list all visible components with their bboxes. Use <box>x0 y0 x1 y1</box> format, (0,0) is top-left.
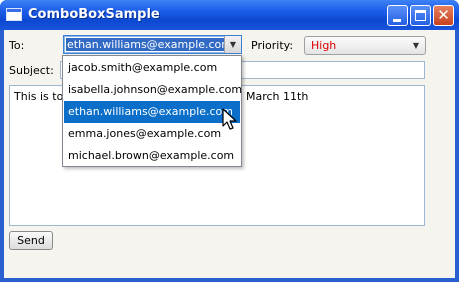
title-bar[interactable]: ComboBoxSample ✕ <box>0 0 459 30</box>
close-icon: ✕ <box>437 6 450 24</box>
maximize-icon <box>415 10 426 21</box>
minimize-button[interactable] <box>387 5 408 26</box>
dropdown-item[interactable]: isabella.johnson@example.com <box>64 79 242 101</box>
send-button[interactable]: Send <box>9 231 53 250</box>
app-window-icon <box>6 8 22 21</box>
window-title: ComboBoxSample <box>28 7 160 22</box>
dropdown-item[interactable]: jacob.smith@example.com <box>64 57 240 79</box>
priority-combobox[interactable]: High ▼ <box>304 36 426 55</box>
maximize-button[interactable] <box>410 5 431 26</box>
dropdown-item[interactable]: michael.brown@example.com <box>64 145 240 167</box>
chevron-down-icon: ▼ <box>229 40 237 49</box>
dropdown-item-highlighted[interactable]: ethan.williams@example.com <box>64 101 240 123</box>
to-combobox-value[interactable]: ethan.williams@example.com <box>66 38 234 51</box>
dropdown-item[interactable]: emma.jones@example.com <box>64 123 240 145</box>
priority-value: High <box>311 39 337 52</box>
priority-label: Priority: <box>251 39 294 52</box>
message-body-text-end: March 11th <box>246 90 309 103</box>
subject-label: Subject: <box>9 64 54 77</box>
chevron-down-icon: ▼ <box>412 41 420 50</box>
to-label: To: <box>9 39 25 52</box>
to-dropdown-list[interactable]: jacob.smith@example.com isabella.johnson… <box>62 55 242 167</box>
to-combobox-dropdown-button[interactable]: ▼ <box>224 36 241 53</box>
close-button[interactable]: ✕ <box>433 5 454 26</box>
mouse-pointer-icon <box>222 108 237 130</box>
to-combobox[interactable]: ethan.williams@example.com ▼ <box>63 35 242 54</box>
minimize-icon <box>393 19 401 22</box>
message-body-text-start: This is to <box>14 90 64 103</box>
